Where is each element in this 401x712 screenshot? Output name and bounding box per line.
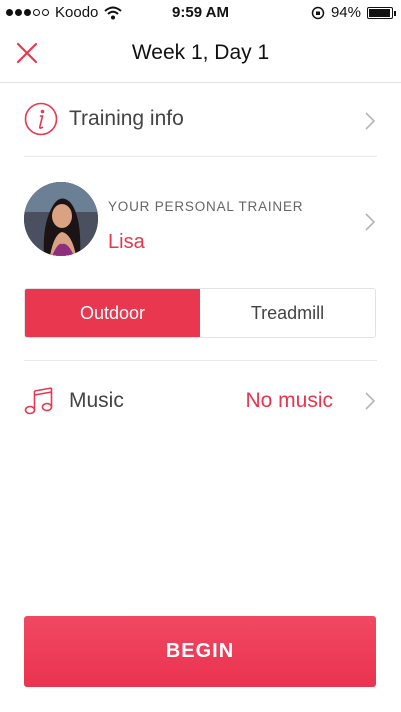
begin-button[interactable]: BEGIN (24, 616, 376, 687)
personal-trainer-row[interactable]: YOUR PERSONAL TRAINER Lisa (24, 160, 377, 278)
info-icon (24, 102, 58, 136)
status-bar: Koodo 9:59 AM 94% (0, 0, 401, 26)
music-label: Music (69, 389, 124, 412)
training-info-row[interactable]: Training info (24, 84, 377, 157)
music-row[interactable]: Music No music (24, 360, 377, 441)
orientation-lock-icon (311, 6, 325, 19)
trainer-caption: YOUR PERSONAL TRAINER (108, 199, 304, 214)
trainer-avatar (24, 182, 98, 256)
music-selection: No music (245, 389, 333, 412)
chevron-right-icon (365, 213, 375, 231)
status-right: 94% (311, 4, 396, 21)
chevron-right-icon (365, 392, 375, 410)
training-info-label: Training info (69, 107, 184, 130)
music-note-icon (24, 387, 53, 415)
battery-icon (367, 6, 396, 19)
navigation-bar: Week 1, Day 1 (0, 26, 401, 83)
trainer-name: Lisa (108, 231, 145, 253)
battery-fill (369, 8, 390, 17)
workout-mode-toggle: Outdoor Treadmill (24, 288, 376, 338)
treadmill-option[interactable]: Treadmill (200, 289, 375, 337)
page-title: Week 1, Day 1 (131, 41, 270, 64)
battery-percent: 94% (330, 4, 361, 21)
chevron-right-icon (365, 112, 375, 130)
outdoor-option[interactable]: Outdoor (25, 289, 200, 337)
